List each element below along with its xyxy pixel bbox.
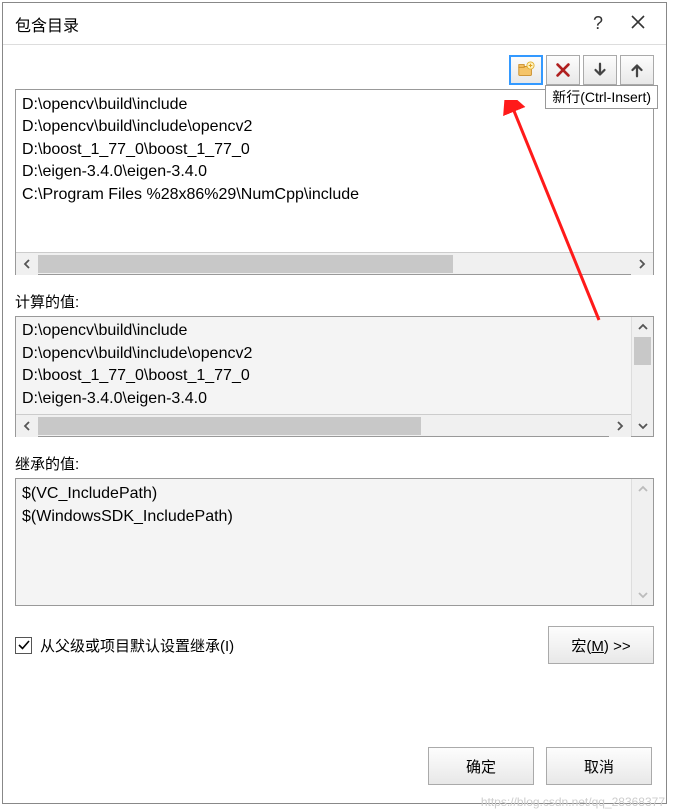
delete-x-icon (554, 61, 572, 79)
inherited-values-list: $(VC_IncludePath) $(WindowsSDK_IncludePa… (16, 479, 631, 605)
list-item: $(WindowsSDK_IncludePath) (22, 506, 625, 529)
dialog-title: 包含目录 (15, 12, 578, 36)
hscroll-thumb[interactable] (38, 417, 421, 435)
inherit-checkbox[interactable]: 从父级或项目默认设置继承(I) (15, 635, 538, 656)
hscroll-track[interactable] (38, 415, 609, 436)
newline-tooltip: 新行(Ctrl-Insert) (545, 85, 658, 109)
vscroll-track[interactable] (632, 337, 653, 416)
close-button[interactable] (618, 14, 658, 34)
hscroll-thumb[interactable] (38, 255, 453, 273)
list-item: D:\eigen-3.4.0\eigen-3.4.0 (22, 388, 625, 411)
folder-new-icon (517, 61, 535, 79)
dialog-content: 新行(Ctrl-Insert) D:\opencv\build\include … (3, 45, 666, 727)
ok-button[interactable]: 确定 (428, 747, 534, 785)
scroll-down-icon[interactable] (632, 585, 653, 605)
delete-button[interactable] (546, 55, 580, 85)
inherited-values-box: $(VC_IncludePath) $(WindowsSDK_IncludePa… (15, 478, 654, 606)
list-item: D:\opencv\build\include\opencv2 (22, 343, 625, 366)
macro-button[interactable]: 宏(M) >> (548, 626, 654, 664)
list-item: D:\boost_1_77_0\boost_1_77_0 (22, 365, 625, 388)
computed-values-list: D:\opencv\build\include D:\opencv\build\… (16, 317, 631, 414)
move-down-button[interactable] (583, 55, 617, 85)
inherited-vscrollbar[interactable] (631, 479, 653, 605)
scroll-up-icon[interactable] (632, 317, 653, 337)
computed-vscrollbar[interactable] (631, 317, 653, 436)
new-line-button[interactable] (509, 55, 543, 85)
entries-toolbar: 新行(Ctrl-Insert) (15, 55, 654, 85)
options-row: 从父级或项目默认设置继承(I) 宏(M) >> (15, 626, 654, 664)
vscroll-thumb[interactable] (634, 337, 651, 365)
scroll-right-icon[interactable] (631, 253, 653, 275)
cancel-button[interactable]: 取消 (546, 747, 652, 785)
computed-values-box: D:\opencv\build\include D:\opencv\build\… (15, 316, 654, 437)
move-up-button[interactable] (620, 55, 654, 85)
list-item[interactable]: C:\Program Files %28x86%29\NumCpp\includ… (22, 184, 647, 206)
scroll-left-icon[interactable] (16, 253, 38, 275)
watermark: https://blog.csdn.net/qq_28368377 (481, 795, 665, 809)
list-item: $(VC_IncludePath) (22, 483, 625, 506)
dialog-buttons: 确定 取消 (3, 727, 666, 803)
scroll-up-icon[interactable] (632, 479, 653, 499)
computed-values-label: 计算的值: (15, 291, 654, 312)
close-icon (630, 14, 646, 30)
vscroll-track[interactable] (632, 499, 653, 585)
list-item[interactable]: D:\opencv\build\include\opencv2 (22, 116, 647, 138)
entries-listbox[interactable]: D:\opencv\build\include D:\opencv\build\… (15, 89, 654, 275)
list-item: D:\opencv\build\include (22, 320, 625, 343)
inherit-checkbox-label: 从父级或项目默认设置继承(I) (40, 635, 234, 656)
entries-hscrollbar[interactable] (16, 252, 653, 274)
help-button[interactable]: ? (578, 13, 618, 34)
inherited-values-label: 继承的值: (15, 453, 654, 474)
computed-hscrollbar[interactable] (16, 414, 631, 436)
arrow-up-icon (628, 61, 646, 79)
scroll-right-icon[interactable] (609, 415, 631, 437)
checkmark-icon (18, 639, 30, 651)
list-item[interactable]: D:\boost_1_77_0\boost_1_77_0 (22, 139, 647, 161)
list-item[interactable]: D:\eigen-3.4.0\eigen-3.4.0 (22, 161, 647, 183)
hscroll-track[interactable] (38, 253, 631, 274)
arrow-down-icon (591, 61, 609, 79)
checkbox-box (15, 637, 32, 654)
scroll-down-icon[interactable] (632, 416, 653, 436)
include-directories-dialog: 包含目录 ? (2, 2, 667, 804)
scroll-left-icon[interactable] (16, 415, 38, 437)
titlebar: 包含目录 ? (3, 3, 666, 45)
